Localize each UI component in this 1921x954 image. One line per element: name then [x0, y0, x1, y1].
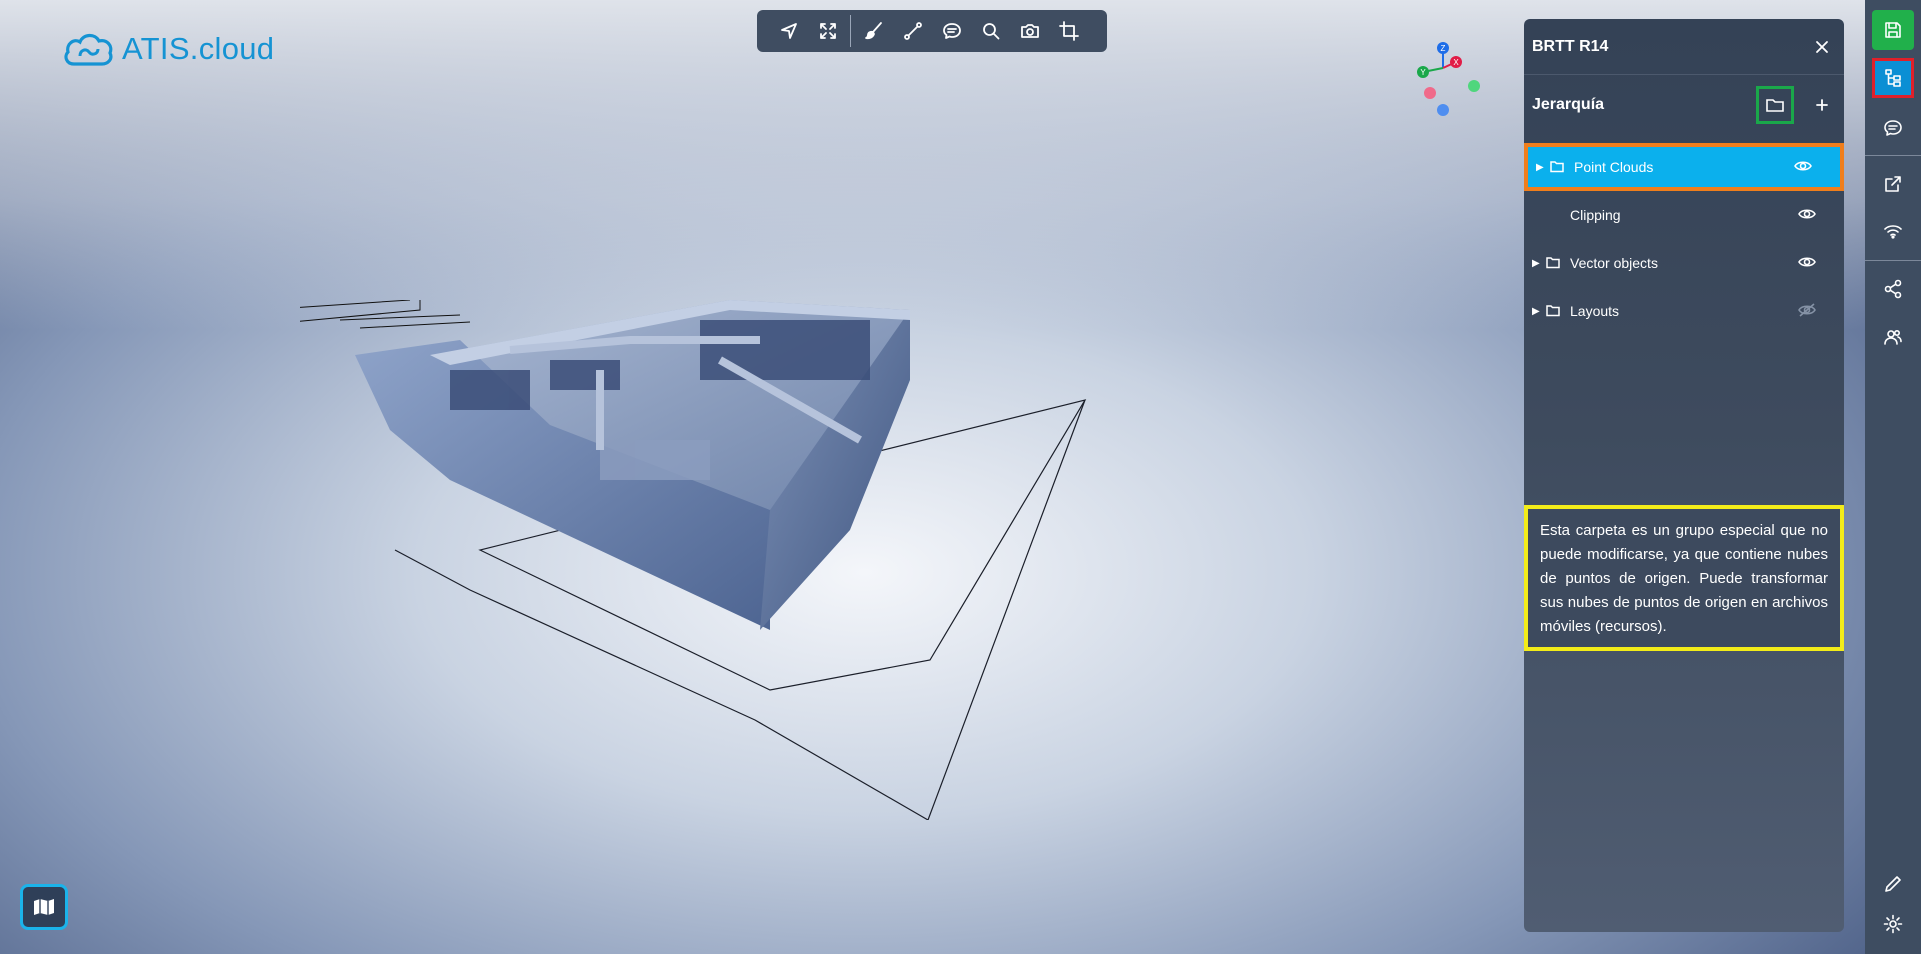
settings-button[interactable] [1872, 904, 1914, 944]
hierarchy-icon [1885, 69, 1901, 87]
save-icon [1885, 22, 1901, 38]
search-button[interactable] [971, 10, 1010, 52]
visibility-eye-icon[interactable] [1798, 207, 1818, 224]
plus-icon [1816, 99, 1828, 111]
panel-title: BRTT R14 [1532, 37, 1609, 55]
connection-button[interactable] [1872, 211, 1914, 251]
settings-icon [1883, 914, 1903, 934]
users-button[interactable] [1872, 317, 1914, 357]
comments-button[interactable] [1872, 108, 1914, 148]
comment-icon [942, 23, 961, 39]
crop-icon [1058, 21, 1079, 41]
rail-divider [1865, 260, 1921, 261]
axis-label-x: X [1453, 58, 1459, 67]
brush-icon [864, 22, 882, 40]
close-icon [1816, 40, 1828, 53]
folder-icon [1766, 99, 1784, 112]
navigate-arrow-icon [780, 23, 797, 39]
tree-item-label: Clipping [1570, 207, 1621, 223]
cad-sketch [300, 300, 471, 329]
folder-icon [1546, 255, 1564, 272]
panel-header: BRTT R14 [1524, 19, 1844, 75]
hierarchy-header: Jerarquía [1524, 75, 1844, 135]
info-tooltip: Esta carpeta es un grupo especial que no… [1524, 505, 1844, 651]
comments-icon [1884, 120, 1902, 136]
measure-line-icon [903, 22, 922, 40]
hierarchy-button[interactable] [1872, 58, 1914, 98]
tree-item-label: Vector objects [1570, 255, 1658, 271]
folder-icon [1550, 159, 1568, 176]
tree-item-clipping[interactable]: Clipping [1524, 191, 1844, 239]
axis-label-y: Y [1420, 68, 1426, 77]
tree-item-vector-objects[interactable]: ▶ Vector objects [1524, 239, 1844, 287]
axis-label-z: Z [1441, 44, 1446, 53]
logo: ATIS.cloud [62, 30, 274, 68]
map-icon [34, 899, 54, 915]
axis-neg-x-handle[interactable] [1424, 87, 1436, 99]
expand-caret-icon[interactable]: ▶ [1536, 162, 1548, 173]
edit-button[interactable] [1872, 864, 1914, 904]
visibility-eye-off-icon[interactable] [1798, 302, 1818, 320]
search-icon [982, 23, 999, 40]
users-icon [1884, 329, 1902, 345]
axis-gizmo[interactable]: Z X Y [1398, 36, 1488, 118]
paint-button[interactable] [854, 10, 893, 52]
brand-name: ATIS.cloud [122, 31, 275, 66]
tree-item-point-clouds[interactable]: ▶ Point Clouds [1524, 143, 1844, 191]
toolbar-divider [850, 15, 851, 47]
section-title: Jerarquía [1532, 96, 1605, 113]
camera-icon [1020, 24, 1039, 38]
external-link-icon [1885, 176, 1901, 192]
visibility-eye-icon[interactable] [1798, 255, 1818, 272]
add-button[interactable] [1808, 91, 1836, 119]
tree-item-label: Layouts [1570, 303, 1620, 319]
expand-caret-icon[interactable]: ▶ [1532, 306, 1544, 317]
axis-neg-z-handle[interactable] [1437, 104, 1449, 116]
navigate-button[interactable] [769, 10, 808, 52]
open-external-button[interactable] [1872, 164, 1914, 204]
save-button[interactable] [1872, 10, 1914, 50]
wifi-icon [1884, 225, 1902, 239]
rail-divider [1865, 155, 1921, 156]
comment-button[interactable] [932, 10, 971, 52]
tree-item-layouts[interactable]: ▶ Layouts [1524, 287, 1844, 335]
hierarchy-tree: ▶ Point Clouds Clipping ▶ Vector objects… [1524, 143, 1844, 335]
tree-item-label: Point Clouds [1574, 159, 1654, 175]
measure-button[interactable] [893, 10, 932, 52]
axis-neg-y-handle[interactable] [1468, 80, 1480, 92]
screenshot-button[interactable] [1010, 10, 1049, 52]
right-sidebar [1865, 0, 1921, 954]
share-icon [1884, 279, 1902, 299]
share-button[interactable] [1872, 269, 1914, 309]
fit-view-button[interactable] [808, 10, 847, 52]
crop-button[interactable] [1049, 10, 1088, 52]
fullscreen-icon [819, 23, 836, 39]
cloud-logo-icon [64, 33, 113, 66]
visibility-eye-icon[interactable] [1794, 159, 1814, 176]
main-toolbar [757, 10, 1107, 52]
expand-caret-icon[interactable]: ▶ [1532, 258, 1544, 269]
hierarchy-panel: BRTT R14 Jerarquía ▶ Point Clouds Clippi… [1524, 19, 1844, 932]
folder-icon [1546, 303, 1564, 320]
new-folder-button[interactable] [1756, 86, 1794, 124]
edit-icon [1885, 876, 1901, 892]
close-button[interactable] [1808, 33, 1836, 61]
point-cloud-viewport[interactable] [300, 300, 1140, 820]
map-view-button[interactable] [20, 884, 68, 930]
